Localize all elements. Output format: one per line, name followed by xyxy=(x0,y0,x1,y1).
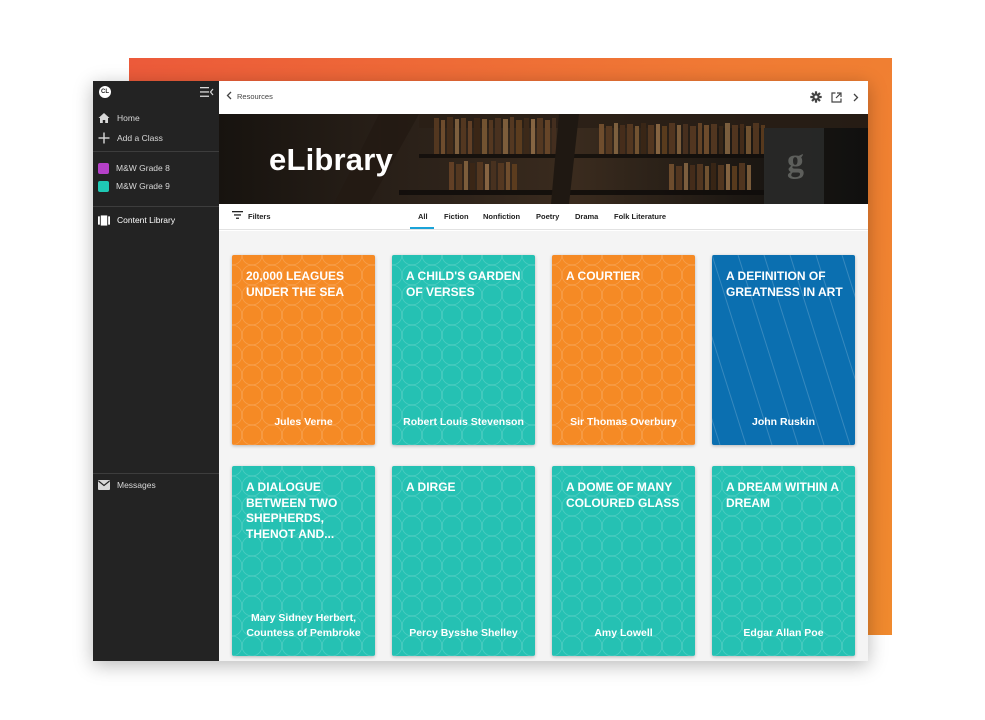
book-card[interactable]: A Child's Garden of Verses Robert Louis … xyxy=(392,255,535,445)
tab-poetry[interactable]: Poetry xyxy=(536,212,559,221)
breadcrumb: Resources xyxy=(237,92,273,101)
top-bar: Resources xyxy=(219,81,868,114)
book-card[interactable]: A Dialogue Between Two Shepherds, Thenot… xyxy=(232,466,375,656)
collapse-menu-icon[interactable] xyxy=(200,86,214,98)
top-bar-actions xyxy=(810,90,862,104)
book-title: A Dome of Many Coloured Glass xyxy=(566,480,680,510)
book-author: Jules Verne xyxy=(274,415,333,428)
sidebar-item-add-class[interactable]: Add a Class xyxy=(93,129,219,147)
sidebar-divider xyxy=(93,473,219,474)
sidebar-item-label: M&W Grade 9 xyxy=(116,181,170,191)
sidebar-item-label: Add a Class xyxy=(117,133,163,143)
mail-icon xyxy=(98,479,110,491)
back-button[interactable]: Resources xyxy=(226,91,273,102)
book-title: 20,000 Leagues Under the Sea xyxy=(246,269,345,299)
book-title: A Dirge xyxy=(406,480,456,494)
book-author: Sir Thomas Overbury xyxy=(570,415,677,428)
book-title: A Courtier xyxy=(566,269,641,283)
hero-banner: g eLibrary xyxy=(219,114,868,204)
sidebar-item-class-grade-9[interactable]: M&W Grade 9 xyxy=(93,177,219,195)
book-title: A Child's Garden of Verses xyxy=(406,269,521,299)
sidebar-divider xyxy=(93,206,219,207)
app-window: CL Home Add a Class M&W Grade 8 M&W Grad… xyxy=(93,81,868,661)
class-color-swatch xyxy=(98,180,109,192)
sidebar-item-label: Content Library xyxy=(117,215,176,225)
class-color-swatch xyxy=(98,162,109,174)
sidebar-divider xyxy=(93,151,219,152)
sidebar-item-label: Messages xyxy=(117,480,156,490)
sidebar-item-content-library[interactable]: Content Library xyxy=(93,211,219,229)
chevron-right-icon[interactable] xyxy=(850,90,862,104)
plus-icon xyxy=(98,132,110,144)
tab-fiction[interactable]: Fiction xyxy=(444,212,469,221)
book-author: Robert Louis Stevenson xyxy=(403,415,524,428)
filter-bar: Filters All Fiction Nonfiction Poetry Dr… xyxy=(219,204,868,230)
sidebar-item-home[interactable]: Home xyxy=(93,109,219,127)
page-title: eLibrary xyxy=(269,142,393,177)
sidebar-item-label: M&W Grade 8 xyxy=(116,163,170,173)
gear-icon[interactable] xyxy=(810,90,822,104)
main-content: Resources g eLibrary Filters All Fiction… xyxy=(219,81,868,661)
chevron-left-icon xyxy=(226,91,232,102)
sidebar-item-messages[interactable]: Messages xyxy=(93,476,219,494)
sidebar: CL Home Add a Class M&W Grade 8 M&W Grad… xyxy=(93,81,219,661)
book-card[interactable]: A Dome of Many Coloured Glass Amy Lowell xyxy=(552,466,695,656)
tab-nonfiction[interactable]: Nonfiction xyxy=(483,212,520,221)
book-card[interactable]: 20,000 Leagues Under the Sea Jules Verne xyxy=(232,255,375,445)
book-author: Mary Sidney Herbert, Countess of Pembrok… xyxy=(246,612,361,639)
open-external-icon[interactable] xyxy=(830,90,842,104)
book-author: Edgar Allan Poe xyxy=(743,626,824,639)
library-icon xyxy=(98,214,110,226)
book-author: John Ruskin xyxy=(751,415,815,428)
filter-icon xyxy=(232,211,243,221)
book-card[interactable]: A Dream Within a Dream Edgar Allan Poe xyxy=(712,466,855,656)
filters-label: Filters xyxy=(248,211,271,221)
sidebar-item-label: Home xyxy=(117,113,140,123)
home-icon xyxy=(98,112,110,124)
svg-text:g: g xyxy=(787,143,804,180)
book-grid: 20,000 Leagues Under the Sea Jules Verne… xyxy=(219,231,868,661)
book-title: A Dream Within a Dream xyxy=(726,480,839,510)
book-card[interactable]: A Dirge Percy Bysshe Shelley xyxy=(392,466,535,656)
sidebar-item-class-grade-8[interactable]: M&W Grade 8 xyxy=(93,159,219,177)
book-author: Percy Bysshe Shelley xyxy=(409,626,518,639)
tab-all[interactable]: All xyxy=(418,212,428,221)
book-card[interactable]: A Courtier Sir Thomas Overbury xyxy=(552,255,695,445)
book-author: Amy Lowell xyxy=(594,626,653,639)
book-title: A Definition of Greatness in Art xyxy=(726,269,843,299)
tab-folk-literature[interactable]: Folk Literature xyxy=(614,212,666,221)
filters-button[interactable]: Filters xyxy=(232,211,271,221)
book-card[interactable]: A Definition of Greatness in Art John Ru… xyxy=(712,255,855,445)
app-logo[interactable]: CL xyxy=(99,86,111,98)
book-title: A Dialogue Between Two Shepherds, Thenot… xyxy=(246,480,338,541)
active-tab-indicator xyxy=(410,227,434,229)
tab-drama[interactable]: Drama xyxy=(575,212,598,221)
